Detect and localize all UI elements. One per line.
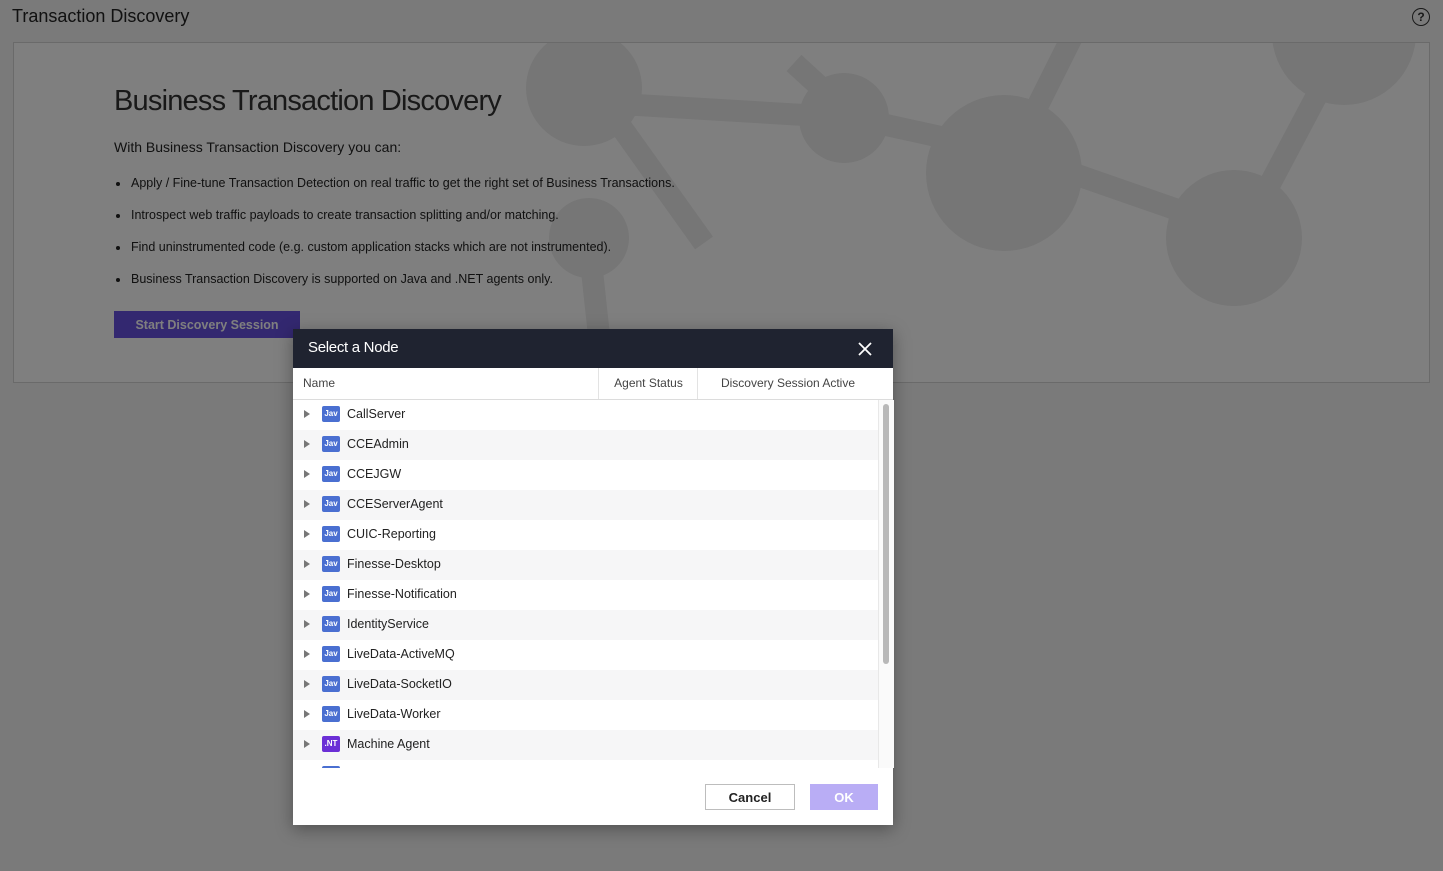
expand-caret-icon[interactable] xyxy=(304,410,310,418)
expand-caret-icon[interactable] xyxy=(304,710,310,718)
node-name: CCEJGW xyxy=(347,467,402,481)
node-row[interactable]: Jav IdentityService xyxy=(293,610,878,640)
close-icon[interactable] xyxy=(855,339,875,359)
column-header-name[interactable]: Name xyxy=(303,368,597,399)
expand-caret-icon[interactable] xyxy=(304,560,310,568)
node-name: Finesse-Notification xyxy=(347,587,457,601)
expand-caret-icon[interactable] xyxy=(304,590,310,598)
java-agent-icon: Jav xyxy=(322,556,340,572)
expand-caret-icon[interactable] xyxy=(304,500,310,508)
node-name: Finesse-Desktop xyxy=(347,557,441,571)
java-agent-icon: Jav xyxy=(322,436,340,452)
table-header: Name Agent Status Discovery Session Acti… xyxy=(293,368,893,400)
node-row[interactable] xyxy=(293,760,878,768)
node-row[interactable]: Jav Finesse-Notification xyxy=(293,580,878,610)
cancel-button[interactable]: Cancel xyxy=(705,784,795,810)
java-agent-icon: Jav xyxy=(322,466,340,482)
node-name: CUIC-Reporting xyxy=(347,527,436,541)
dialog-header: Select a Node xyxy=(293,329,893,368)
node-row[interactable]: Jav CallServer xyxy=(293,400,878,430)
java-agent-icon: Jav xyxy=(322,676,340,692)
java-agent-icon: Jav xyxy=(322,496,340,512)
java-agent-icon xyxy=(322,766,340,768)
node-name: Machine Agent xyxy=(347,737,430,751)
java-agent-icon: Jav xyxy=(322,706,340,722)
node-name: IdentityService xyxy=(347,617,429,631)
node-name: LiveData-SocketIO xyxy=(347,677,452,691)
java-agent-icon: Jav xyxy=(322,616,340,632)
node-row[interactable]: Jav CCEServerAgent xyxy=(293,490,878,520)
node-list: Jav CallServer Jav CCEAdmin Jav CCEJGW Jav CCES… xyxy=(293,400,878,768)
node-row[interactable]: Jav LiveData-Worker xyxy=(293,700,878,730)
expand-caret-icon[interactable] xyxy=(304,740,310,748)
node-row[interactable]: Jav LiveData-ActiveMQ xyxy=(293,640,878,670)
node-row[interactable]: Jav CCEAdmin xyxy=(293,430,878,460)
column-header-agent-status[interactable]: Agent Status xyxy=(598,368,698,399)
expand-caret-icon[interactable] xyxy=(304,530,310,538)
select-node-dialog: Select a Node Name Agent Status Discover… xyxy=(293,329,894,825)
expand-caret-icon[interactable] xyxy=(304,620,310,628)
node-row[interactable]: .NT Machine Agent xyxy=(293,730,878,760)
node-name: CCEAdmin xyxy=(347,437,409,451)
java-agent-icon: Jav xyxy=(322,406,340,422)
java-agent-icon: Jav xyxy=(322,586,340,602)
scrollbar[interactable] xyxy=(878,400,894,768)
java-agent-icon: Jav xyxy=(322,646,340,662)
node-row[interactable]: Jav Finesse-Desktop xyxy=(293,550,878,580)
expand-caret-icon[interactable] xyxy=(304,470,310,478)
node-name: LiveData-Worker xyxy=(347,707,441,721)
scrollbar-thumb[interactable] xyxy=(883,404,889,664)
node-row[interactable]: Jav LiveData-SocketIO xyxy=(293,670,878,700)
expand-caret-icon[interactable] xyxy=(304,650,310,658)
java-agent-icon: Jav xyxy=(322,526,340,542)
expand-caret-icon[interactable] xyxy=(304,680,310,688)
dialog-title: Select a Node xyxy=(308,339,399,356)
node-name: CallServer xyxy=(347,407,406,421)
ok-button[interactable]: OK xyxy=(810,784,878,810)
expand-caret-icon[interactable] xyxy=(304,440,310,448)
node-row[interactable]: Jav CCEJGW xyxy=(293,460,878,490)
node-name: LiveData-ActiveMQ xyxy=(347,647,455,661)
dotnet-agent-icon: .NT xyxy=(322,736,340,752)
node-row[interactable]: Jav CUIC-Reporting xyxy=(293,520,878,550)
node-name: CCEServerAgent xyxy=(347,497,443,511)
column-header-session-active[interactable]: Discovery Session Active xyxy=(697,368,878,399)
